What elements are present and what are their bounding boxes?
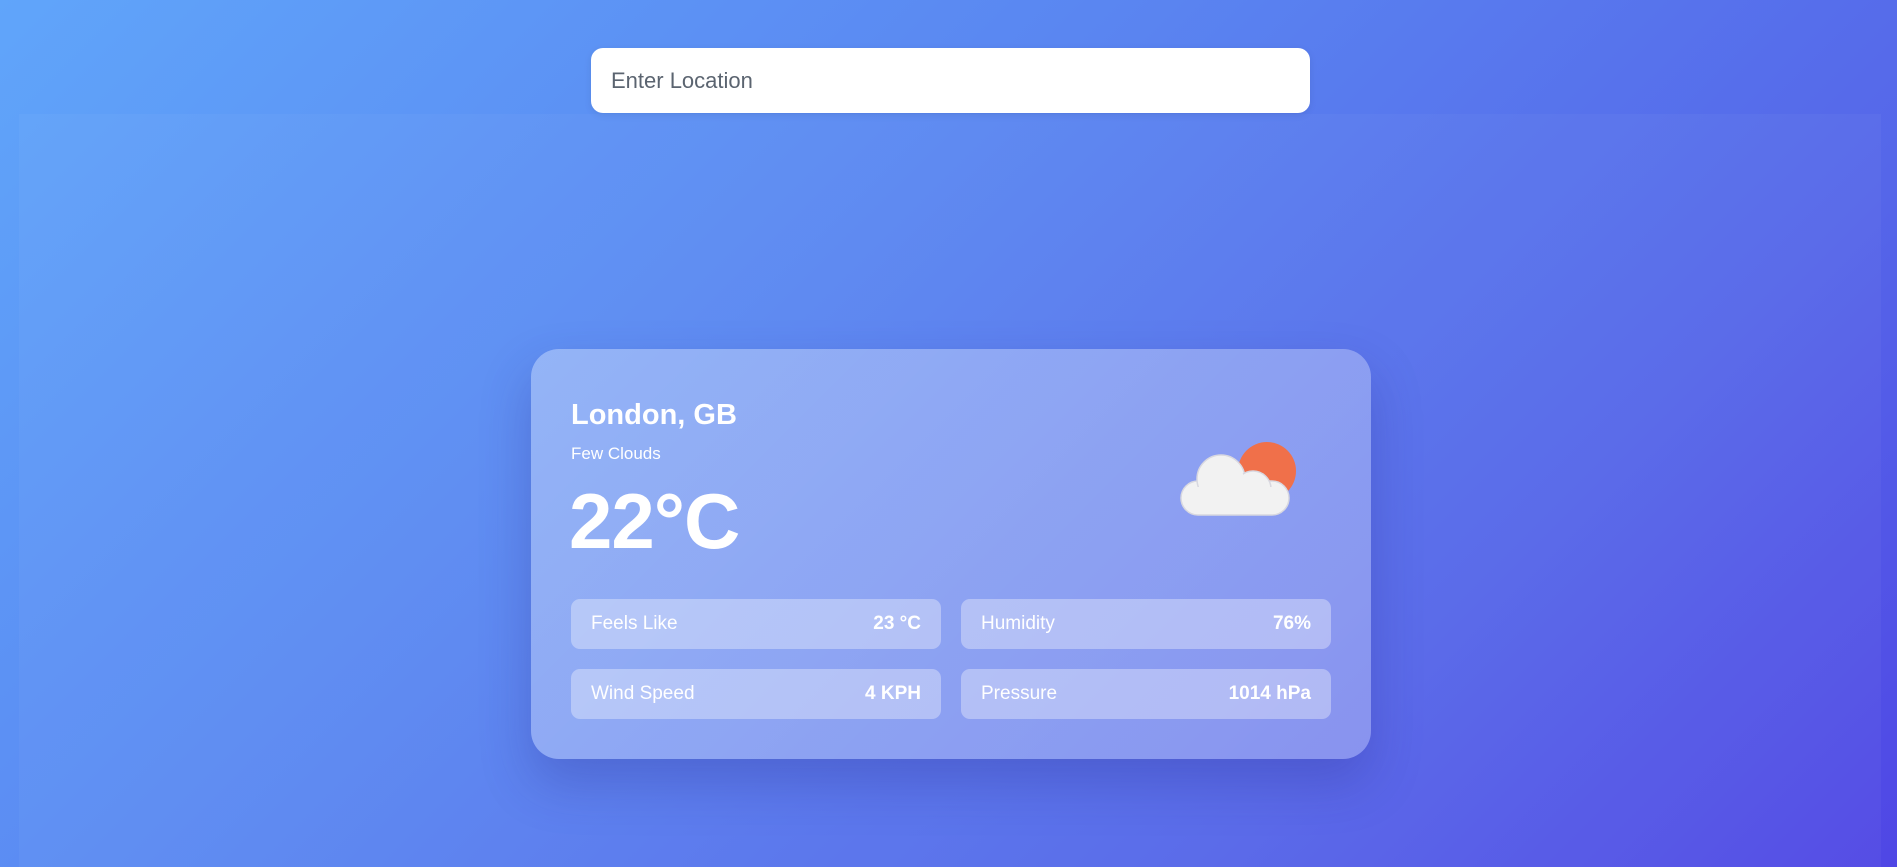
location-title: London, GB [571,399,737,431]
feels-like-stat: Feels Like 23 °C [571,599,941,649]
humidity-stat: Humidity 76% [961,599,1331,649]
pressure-stat: Pressure 1014 hPa [961,669,1331,719]
stat-label: Pressure [981,683,1058,704]
weather-card: London, GB Few Clouds 22°C Feels Like 23… [531,349,1371,759]
stat-value: 4 KPH [865,683,921,704]
stat-value: 1014 hPa [1228,683,1311,704]
stat-label: Wind Speed [591,683,695,704]
stat-label: Feels Like [591,613,678,634]
stat-value: 76% [1272,613,1311,634]
wind-speed-stat: Wind Speed 4 KPH [571,669,941,719]
current-temperature: 22°C [569,477,740,565]
weather-condition: Few Clouds [571,444,661,463]
stat-value: 23 °C [873,613,921,634]
location-search-input[interactable] [591,48,1310,113]
stat-label: Humidity [981,613,1055,634]
few-clouds-icon [1179,437,1309,527]
search-bar [591,48,1310,113]
